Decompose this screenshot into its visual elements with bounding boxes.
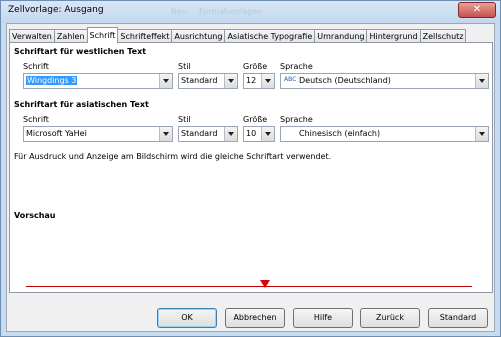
western-font-combobox[interactable]: Wingdings 3 (23, 73, 173, 89)
western-size-combobox[interactable]: 12 (243, 73, 275, 89)
tab-panel: Schriftart für westlichen Text Schrift S… (9, 42, 493, 293)
standard-button[interactable]: Standard (428, 308, 488, 328)
tab-schrift[interactable]: Schrift (86, 27, 119, 43)
western-font-heading: Schriftart für westlichen Text (14, 47, 147, 56)
preview-baseline (26, 286, 472, 287)
chevron-down-icon[interactable] (261, 74, 274, 88)
title-bar[interactable]: Zellvorlage: Ausgang Neu Formatvorlagen … (1, 1, 500, 23)
asian-size-label: Größe (243, 115, 268, 124)
asian-language-value: Chinesisch (einfach) (299, 129, 381, 138)
western-font-label: Schrift (23, 62, 49, 71)
asian-size-value: 10 (246, 129, 257, 138)
cancel-button[interactable]: Abbrechen (225, 308, 285, 328)
tab-umrandung[interactable]: Umrandung (314, 29, 368, 43)
asian-size-combobox[interactable]: 10 (243, 126, 275, 142)
dialog-window: Zellvorlage: Ausgang Neu Formatvorlagen … (0, 0, 501, 337)
tab-hintergrund[interactable]: Hintergrund (366, 29, 421, 43)
tab-ausrichtung[interactable]: Ausrichtung (171, 29, 226, 43)
chevron-down-icon[interactable] (475, 127, 488, 141)
close-icon: ✕ (472, 4, 482, 15)
western-language-label: Sprache (280, 62, 313, 71)
asian-font-label: Schrift (23, 115, 49, 124)
asian-font-heading: Schriftart für asiatischen Text (14, 100, 149, 109)
asian-font-combobox[interactable]: Microsoft YaHei (23, 126, 173, 142)
chevron-down-icon[interactable] (159, 127, 172, 141)
western-language-value: Deutsch (Deutschland) (299, 76, 391, 85)
asian-style-combobox[interactable]: Standard (178, 126, 238, 142)
background-toolbar-text: Formatvorlagen (199, 7, 263, 16)
ok-button[interactable]: OK (157, 308, 217, 328)
back-button[interactable]: Zurück (360, 308, 420, 328)
tab-schrifteffekt[interactable]: Schrifteffekt (117, 29, 173, 43)
help-button[interactable]: Hilfe (293, 308, 353, 328)
window-title: Zellvorlage: Ausgang (8, 5, 104, 15)
western-font-value: Wingdings 3 (26, 76, 78, 85)
western-size-label: Größe (243, 62, 268, 71)
dialog-client: Verwalten Zahlen Schrift Schrifteffekt A… (6, 23, 495, 332)
chevron-down-icon[interactable] (224, 127, 237, 141)
close-button[interactable]: ✕ (458, 2, 496, 18)
font-info-text: Für Ausdruck und Anzeige am Bildschirm w… (14, 152, 332, 161)
asian-language-combobox[interactable]: Chinesisch (einfach) (280, 126, 489, 142)
spellcheck-icon: ABC (284, 76, 297, 83)
western-size-value: 12 (246, 76, 257, 85)
western-style-label: Stil (178, 62, 191, 71)
chevron-down-icon[interactable] (475, 74, 488, 88)
triangle-down-icon (260, 280, 270, 288)
tab-bar: Verwalten Zahlen Schrift Schrifteffekt A… (9, 27, 467, 43)
chevron-down-icon[interactable] (261, 127, 274, 141)
chevron-down-icon[interactable] (159, 74, 172, 88)
asian-style-label: Stil (178, 115, 191, 124)
tab-verwalten[interactable]: Verwalten (9, 29, 55, 43)
background-toolbar-text: Neu (171, 7, 187, 16)
asian-language-label: Sprache (280, 115, 313, 124)
asian-font-value: Microsoft YaHei (26, 129, 87, 138)
western-language-combobox[interactable]: ABC Deutsch (Deutschland) (280, 73, 489, 89)
chevron-down-icon[interactable] (224, 74, 237, 88)
western-style-value: Standard (181, 76, 218, 85)
asian-style-value: Standard (181, 129, 218, 138)
tab-zellschutz[interactable]: Zellschutz (419, 29, 467, 43)
tab-asiatische-typografie[interactable]: Asiatische Typografie (224, 29, 316, 43)
tab-zahlen[interactable]: Zahlen (53, 29, 88, 43)
preview-heading: Vorschau (14, 211, 56, 220)
western-style-combobox[interactable]: Standard (178, 73, 238, 89)
